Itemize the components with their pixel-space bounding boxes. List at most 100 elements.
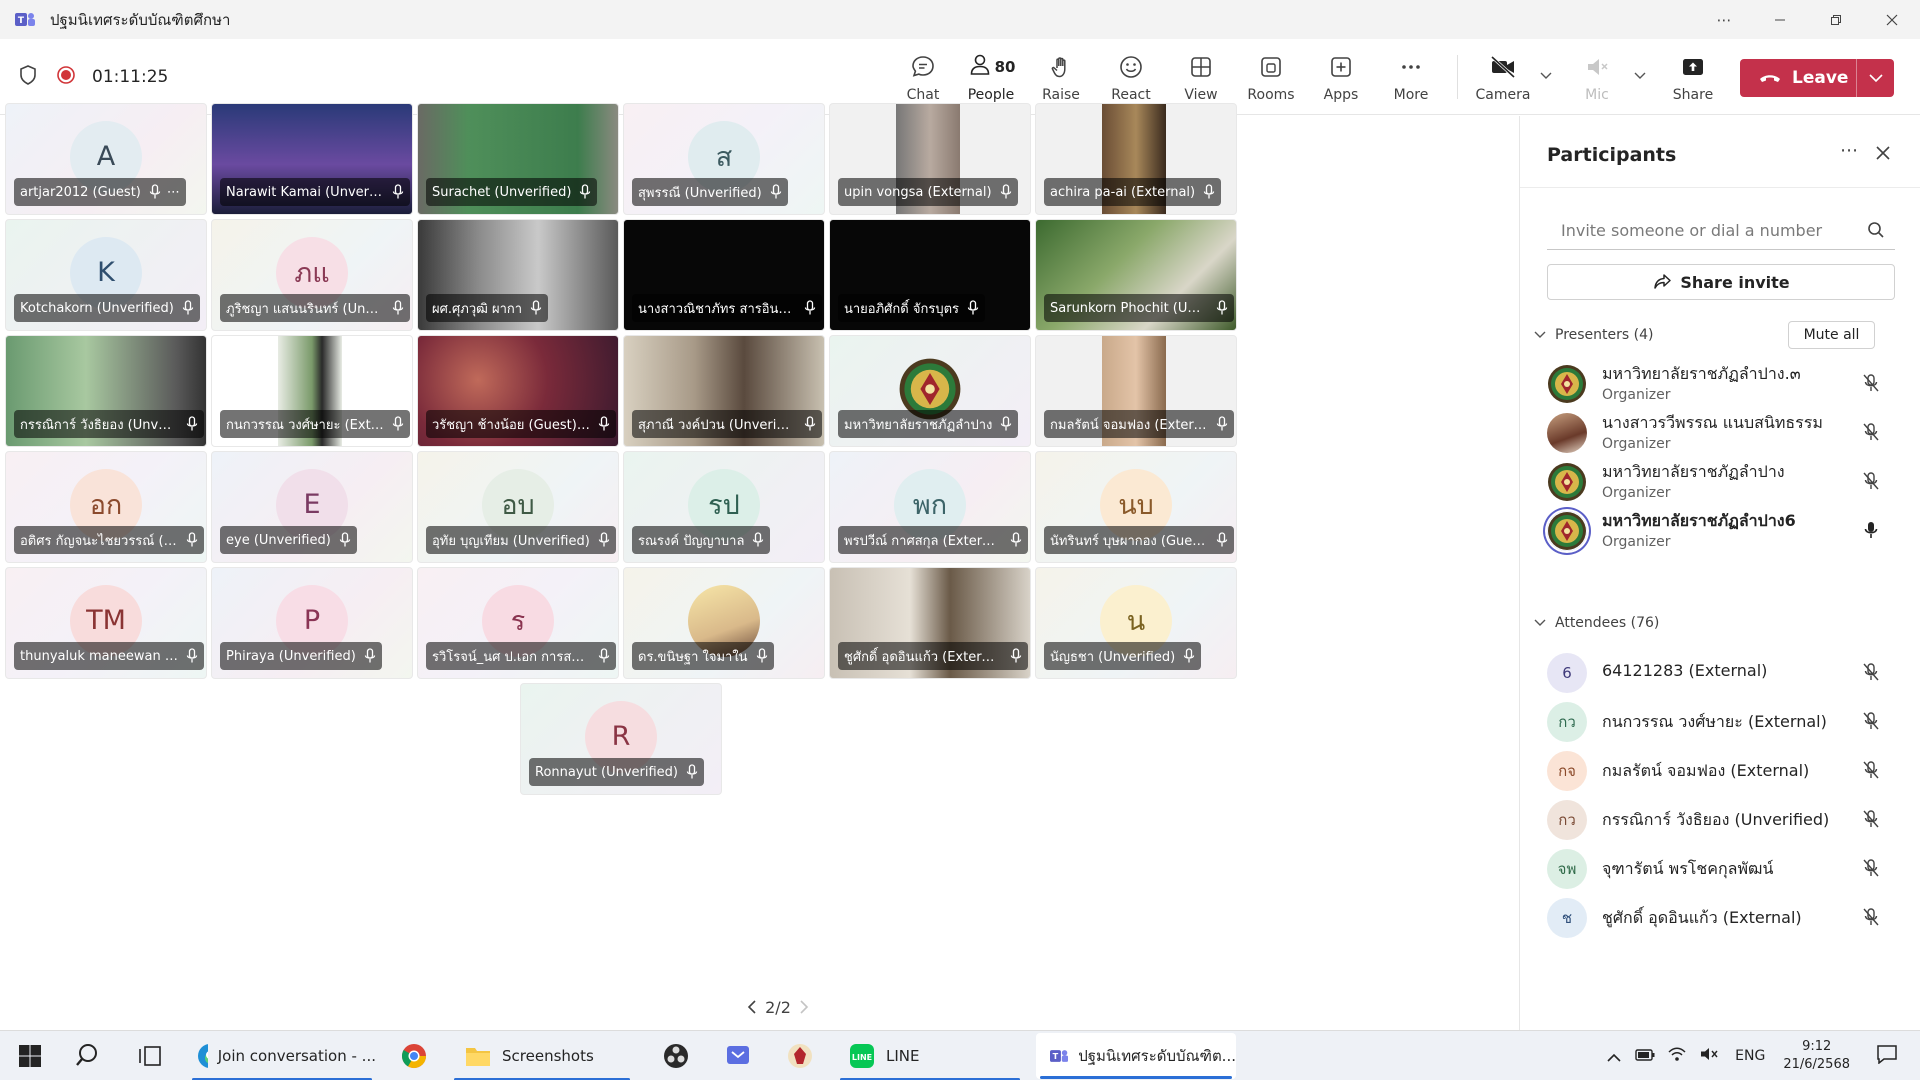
participant-tile[interactable]: P Phiraya (Unverified): [211, 567, 413, 679]
presenter-row[interactable]: มหาวิทยาลัยราชภัฏลำปาง Organizer: [1520, 452, 1920, 508]
window-more-icon[interactable]: ⋯: [1696, 0, 1752, 39]
rooms-button[interactable]: Rooms: [1236, 39, 1306, 115]
presenters-section-toggle[interactable]: Presenters (4): [1533, 323, 1653, 347]
mic-options-chevron-icon[interactable]: [1631, 67, 1649, 85]
participant-video-tile[interactable]: upin vongsa (External): [829, 103, 1031, 215]
battery-icon[interactable]: [1635, 1047, 1655, 1066]
participant-tile[interactable]: อบ อุทัย บุญเทียม (Unverified): [417, 451, 619, 563]
taskbar-emblem-app[interactable]: [786, 1031, 814, 1080]
participant-tile[interactable]: ร รวิโรจน์_นศ ป.เอก การสอน...: [417, 567, 619, 679]
panel-more-icon[interactable]: ⋯: [1834, 140, 1864, 164]
next-page-icon[interactable]: [791, 1000, 817, 1014]
invite-input[interactable]: [1547, 221, 1847, 240]
participant-nameplate: อติศร กัญจนะไชยวรรณ์ (E...: [14, 526, 204, 554]
presenter-row[interactable]: มหาวิทยาลัยราชภัฏลำปาง.๓ Organizer: [1520, 354, 1920, 410]
participant-tile[interactable]: R Ronnayut (Unverified): [520, 683, 722, 795]
presenter-name: นางสาวรวีพรรณ แนบสนิทธรรม: [1602, 413, 1823, 432]
apps-button[interactable]: Apps: [1306, 39, 1376, 115]
attendee-row[interactable]: ช ชูศักดิ์ อุดอินแก้ว (External): [1520, 888, 1920, 944]
taskbar-edge-app[interactable]: Join conversation - ...: [192, 1031, 376, 1080]
taskbar-teams-app[interactable]: T ปฐมนิเทศระดับบัณฑิต...: [1036, 1033, 1236, 1079]
participant-tile[interactable]: พก พรปวีณ์ กาศสกุล (External): [829, 451, 1031, 563]
participant-video-tile[interactable]: กมลรัตน์ จอมฟอง (Extern...: [1035, 335, 1237, 447]
participant-tile[interactable]: ส สุพรรณี (Unverified): [623, 103, 825, 215]
camera-options-chevron-icon[interactable]: [1537, 67, 1555, 85]
share-button[interactable]: Share: [1658, 39, 1728, 115]
participant-tile[interactable]: นบ นัทรินทร์ บุษผากอง (Guest): [1035, 451, 1237, 563]
taskbar-search-button[interactable]: [76, 1031, 104, 1080]
participant-tile[interactable]: A artjar2012 (Guest) ⋯: [5, 103, 207, 215]
participant-video-tile[interactable]: achira pa-ai (External): [1035, 103, 1237, 215]
attendee-row[interactable]: จพ จุฑารัตน์ พรโชคกุลพัฒน์: [1520, 839, 1920, 895]
attendee-row[interactable]: กว กรรณิการ์ วังธิยอง (Unverified): [1520, 790, 1920, 846]
leave-options-chevron-icon[interactable]: [1857, 59, 1894, 97]
participant-tile[interactable]: อก อติศร กัญจนะไชยวรรณ์ (E...: [5, 451, 207, 563]
participant-name: พรปวีณ์ กาศสกุล (External): [844, 533, 1002, 549]
participant-nameplate: กนกวรรณ วงศ์ษายะ (Exte...: [220, 410, 410, 438]
close-panel-icon[interactable]: [1872, 142, 1894, 164]
participant-name: Sarunkorn Phochit (Unv...: [1050, 300, 1208, 316]
participant-video-tile[interactable]: กรรณิการ์ วังธิยอง (Unveri...: [5, 335, 207, 447]
participant-name: กนกวรรณ วงศ์ษายะ (Exte...: [226, 417, 384, 433]
attendee-name: กนกวรรณ วงศ์ษายะ (External): [1602, 712, 1827, 731]
teams-window-label: ปฐมนิเทศระดับบัณฑิต...: [1078, 1047, 1236, 1065]
taskbar-explorer-app[interactable]: Screenshots: [454, 1031, 640, 1080]
participant-tile[interactable]: น นัญธชา (Unverified): [1035, 567, 1237, 679]
restore-button[interactable]: [1808, 0, 1864, 39]
mic-icon: [530, 300, 542, 316]
taskbar-chrome-app[interactable]: [400, 1031, 428, 1080]
attendees-section-toggle[interactable]: Attendees (76): [1533, 611, 1659, 635]
more-actions-button[interactable]: More: [1376, 39, 1446, 115]
attendee-row[interactable]: กจ กมลรัตน์ จอมฟอง (External): [1520, 741, 1920, 797]
participant-tile[interactable]: มหาวิทยาลัยราชภัฏลำปาง: [829, 335, 1031, 447]
attendee-row[interactable]: กว กนกวรรณ วงศ์ษายะ (External): [1520, 692, 1920, 748]
presenter-row[interactable]: นางสาวรวีพรรณ แนบสนิทธรรม Organizer: [1520, 403, 1920, 459]
participant-video-tile[interactable]: นายอภิศักดิ์ จักรบุตร: [829, 219, 1031, 331]
participant-video-tile[interactable]: ชูศักดิ์ อุดอินแก้ว (External): [829, 567, 1031, 679]
participant-name: Narawit Kamai (Unverifi...: [226, 184, 384, 200]
mic-icon: [186, 416, 198, 432]
wifi-icon[interactable]: [1667, 1046, 1687, 1066]
participant-tile[interactable]: E eye (Unverified): [211, 451, 413, 563]
minimize-button[interactable]: [1752, 0, 1808, 39]
shield-icon[interactable]: [18, 64, 38, 90]
participant-name: กรรณิการ์ วังธิยอง (Unveri...: [20, 417, 178, 433]
share-invite-button[interactable]: Share invite: [1547, 264, 1895, 300]
participant-video-tile[interactable]: สุภาณี วงค์ปวน (Unverified): [623, 335, 825, 447]
taskbar-line-app[interactable]: LINE LINE: [840, 1031, 1028, 1080]
participant-tile[interactable]: ภแ ภูริชญา แสนนรินทร์ (Unve...: [211, 219, 413, 331]
participant-video-tile[interactable]: นางสาวณิชาภัทร สารอินท...: [623, 219, 825, 331]
taskbar-clock[interactable]: 9:12 21/6/2568: [1783, 1038, 1850, 1074]
task-view-button[interactable]: [138, 1031, 162, 1080]
participant-video-tile[interactable]: Sarunkorn Phochit (Unv...: [1035, 219, 1237, 331]
previous-page-icon[interactable]: [739, 1000, 765, 1014]
leave-button[interactable]: Leave: [1740, 59, 1894, 97]
participant-tile[interactable]: K Kotchakorn (Unverified): [5, 219, 207, 331]
taskbar-feedback-app[interactable]: [724, 1031, 752, 1080]
participant-tile[interactable]: TM thunyaluk maneewan (E...: [5, 567, 207, 679]
input-language[interactable]: ENG: [1735, 1048, 1765, 1064]
notifications-icon[interactable]: [1876, 1044, 1898, 1068]
presenter-row[interactable]: มหาวิทยาลัยราชภัฏลำปาง6 Organizer: [1520, 501, 1920, 557]
close-window-button[interactable]: [1864, 0, 1920, 39]
participant-nameplate: Ronnayut (Unverified): [529, 758, 704, 786]
attendee-row[interactable]: 6 64121283 (External): [1520, 643, 1920, 699]
participant-video-tile[interactable]: วรัชญา ช้างน้อย (Guest) (...: [417, 335, 619, 447]
participant-video-tile[interactable]: กนกวรรณ วงศ์ษายะ (Exte...: [211, 335, 413, 447]
mic-button[interactable]: Mic: [1562, 39, 1632, 115]
participant-tile[interactable]: ดร.ขนิษฐา ใจมาใน: [623, 567, 825, 679]
mute-all-button[interactable]: Mute all: [1788, 321, 1875, 349]
participant-video-tile[interactable]: ผศ.ศุภวุฒิ ผากา: [417, 219, 619, 331]
university-logo-icon: [1547, 462, 1587, 502]
volume-muted-icon[interactable]: [1699, 1046, 1719, 1066]
taskbar-obs-app[interactable]: [662, 1031, 690, 1080]
tile-more-icon[interactable]: ⋯: [167, 185, 180, 200]
participant-video-tile[interactable]: Narawit Kamai (Unverifi...: [211, 103, 413, 215]
start-button[interactable]: [18, 1031, 42, 1080]
participant-photo-avatar: [1547, 413, 1587, 453]
participant-video-tile[interactable]: Surachet (Unverified): [417, 103, 619, 215]
search-icon[interactable]: [1867, 221, 1885, 243]
show-hidden-icons-chevron-icon[interactable]: [1607, 1047, 1621, 1066]
participant-tile[interactable]: รป รณรงค์ ปัญญาบาล: [623, 451, 825, 563]
camera-button[interactable]: Camera: [1468, 39, 1538, 115]
